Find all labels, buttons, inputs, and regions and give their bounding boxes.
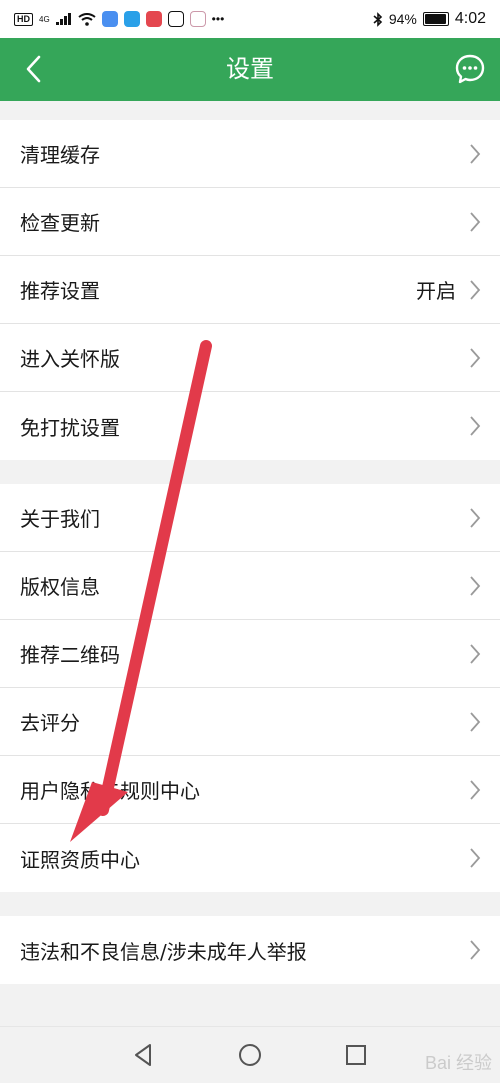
- network-type: 4G: [39, 14, 50, 24]
- setting-qr-code[interactable]: 推荐二维码: [0, 620, 500, 688]
- nav-back-icon[interactable]: [130, 1042, 156, 1068]
- app-header: 设置: [0, 38, 500, 101]
- hd-badge: HD: [14, 12, 33, 26]
- watermark: Bai 经验: [424, 1053, 492, 1073]
- status-left: HD 4G •••: [14, 11, 224, 27]
- music-app-icon: [101, 11, 118, 27]
- nav-home-icon[interactable]: [237, 1042, 263, 1068]
- setting-rate[interactable]: 去评分: [0, 688, 500, 756]
- setting-label: 免打扰设置: [20, 415, 120, 440]
- chevron-right-icon: [470, 780, 481, 800]
- chevron-right-icon: [470, 212, 481, 232]
- setting-label: 去评分: [20, 711, 80, 735]
- settings-group-report: 违法和不良信息/涉未成年人举报: [0, 916, 500, 984]
- signal-icon: [55, 13, 71, 25]
- setting-label: 检查更新: [20, 211, 100, 235]
- setting-license-center[interactable]: 证照资质中心: [0, 824, 500, 892]
- setting-privacy-center[interactable]: 用户隐私与规则中心: [0, 756, 500, 824]
- chevron-right-icon: [470, 280, 481, 300]
- chevron-right-icon: [470, 348, 481, 368]
- chevron-right-icon: [470, 712, 481, 732]
- setting-label: 清理缓存: [20, 143, 100, 167]
- setting-check-update[interactable]: 检查更新: [0, 188, 500, 256]
- more-notifications-icon: •••: [211, 12, 225, 26]
- chevron-right-icon: [470, 576, 481, 596]
- chevron-right-icon: [470, 144, 481, 164]
- setting-do-not-disturb[interactable]: 免打扰设置: [0, 392, 500, 460]
- battery-icon: [422, 12, 449, 26]
- shield-app-icon: [167, 11, 184, 27]
- setting-label: 推荐二维码: [20, 643, 120, 667]
- wifi-icon: [78, 12, 96, 26]
- setting-label: 关于我们: [20, 507, 100, 531]
- status-bar: HD 4G ••• 94% 4:02: [0, 0, 500, 38]
- bluetooth-icon: [373, 11, 383, 27]
- setting-recommendation[interactable]: 推荐设置 开启: [0, 256, 500, 324]
- setting-care-mode[interactable]: 进入关怀版: [0, 324, 500, 392]
- settings-group-general: 清理缓存 检查更新 推荐设置 开启 进入关怀版 免打扰设置: [0, 120, 500, 460]
- page-title: 设置: [226, 55, 274, 83]
- battery-percent: 94%: [388, 11, 417, 27]
- clock: 4:02: [454, 10, 486, 27]
- setting-label: 进入关怀版: [20, 347, 120, 371]
- setting-about-us[interactable]: 关于我们: [0, 484, 500, 552]
- setting-value: 开启: [416, 279, 456, 303]
- setting-label: 版权信息: [20, 575, 100, 599]
- status-right: 94% 4:02: [373, 10, 486, 28]
- camera-app-icon: [189, 11, 206, 27]
- setting-label: 违法和不良信息/涉未成年人举报: [20, 939, 307, 964]
- setting-copyright[interactable]: 版权信息: [0, 552, 500, 620]
- setting-label: 推荐设置: [20, 279, 100, 303]
- setting-label: 用户隐私与规则中心: [20, 779, 200, 803]
- setting-clear-cache[interactable]: 清理缓存: [0, 120, 500, 188]
- setting-label: 证照资质中心: [20, 847, 140, 872]
- setting-report[interactable]: 违法和不良信息/涉未成年人举报: [0, 916, 500, 984]
- search-app-icon: [123, 11, 140, 27]
- nav-recents-icon[interactable]: [343, 1042, 369, 1068]
- red-app-icon: [145, 11, 162, 27]
- chat-bubble-icon[interactable]: [454, 53, 486, 85]
- settings-group-about: 关于我们 版权信息 推荐二维码 去评分 用户隐私与规则中心 证照资质中心: [0, 484, 500, 892]
- chevron-right-icon: [470, 848, 481, 868]
- chevron-right-icon: [470, 416, 481, 436]
- chevron-right-icon: [470, 644, 481, 664]
- chevron-right-icon: [470, 940, 481, 960]
- chevron-right-icon: [470, 508, 481, 528]
